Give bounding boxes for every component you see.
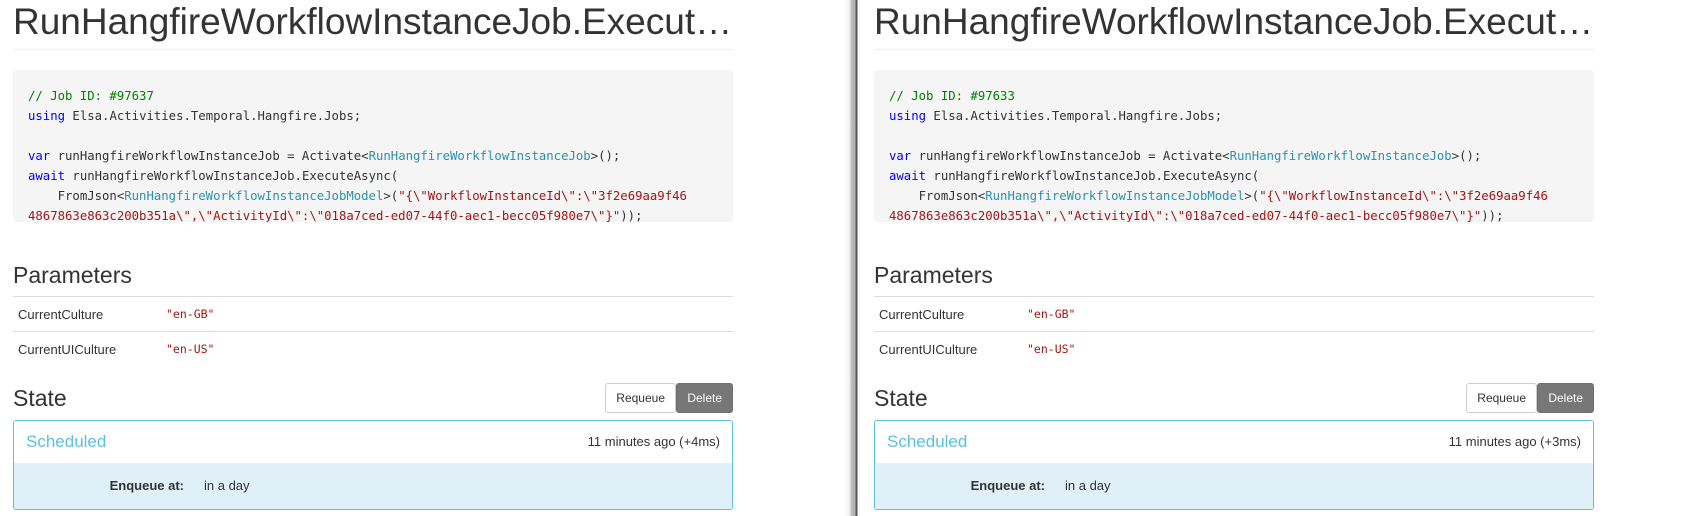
state-name: Scheduled (887, 432, 968, 451)
code-var-decl: runHangfireWorkflowInstanceJob = Activat… (50, 149, 369, 163)
delete-button[interactable]: Delete (676, 383, 733, 413)
parameter-value: "en-US" (1022, 331, 1594, 366)
state-property-value: in a day (1065, 478, 1111, 493)
state-heading: State (874, 385, 928, 411)
parameter-name: CurrentCulture (13, 296, 161, 332)
state-card-header: Scheduled 11 minutes ago (+4ms) (14, 421, 732, 463)
code-keyword-await: await (28, 169, 66, 183)
parameters-heading: Parameters (13, 262, 132, 288)
state-card-body: Enqueue at: in a day (14, 463, 732, 509)
parameter-name: CurrentUICulture (874, 331, 1022, 366)
code-namespace: Elsa.Activities.Temporal.Hangfire.Jobs; (926, 109, 1223, 123)
code-json-line1: "{\"WorkflowInstanceId\":\"3f2e69aa9f46 (398, 189, 687, 203)
code-closing: )); (620, 209, 643, 222)
job-details-pane-left: RunHangfireWorkflowInstanceJob.ExecuteAs… (0, 0, 843, 516)
code-await-call: runHangfireWorkflowInstanceJob.ExecuteAs… (926, 169, 1260, 183)
code-keyword-using: using (889, 109, 927, 123)
parameter-name: CurrentUICulture (13, 331, 161, 366)
state-property-key: Enqueue at: (109, 478, 184, 493)
code-job-type: RunHangfireWorkflowInstanceJob (368, 149, 591, 163)
code-keyword-using: using (28, 109, 66, 123)
table-row: CurrentUICulture "en-US" (874, 331, 1594, 366)
state-header: State Requeue Delete (13, 381, 733, 415)
state-property-key: Enqueue at: (970, 478, 1045, 493)
parameter-value: "en-US" (161, 331, 733, 366)
page-title: RunHangfireWorkflowInstanceJob.ExecuteAs… (13, 0, 733, 50)
code-comment: // Job ID: #97637 (28, 89, 154, 103)
state-timestamp: 11 minutes ago (+3ms) (1448, 434, 1581, 449)
code-job-type: RunHangfireWorkflowInstanceJob (1229, 149, 1452, 163)
table-row: CurrentUICulture "en-US" (13, 331, 733, 366)
code-json-line2: 4867863e863c200b351a\",\"ActivityId\":\"… (28, 209, 621, 222)
code-comment: // Job ID: #97633 (889, 89, 1015, 103)
code-keyword-var: var (28, 149, 51, 163)
job-code-block: // Job ID: #97633 using Elsa.Activities.… (874, 70, 1594, 222)
table-row: CurrentCulture "en-GB" (13, 296, 733, 332)
table-row: CurrentCulture "en-GB" (874, 296, 1594, 332)
parameter-value: "en-GB" (161, 296, 733, 332)
code-var-decl: runHangfireWorkflowInstanceJob = Activat… (911, 149, 1230, 163)
state-card: Scheduled 11 minutes ago (+3ms) Enqueue … (874, 420, 1594, 510)
parameter-name: CurrentCulture (874, 296, 1022, 332)
state-property-value: in a day (204, 478, 250, 493)
code-fromjson-lead: FromJson< (28, 189, 125, 203)
code-activate-tail: >(); (590, 149, 621, 163)
code-keyword-var: var (889, 149, 912, 163)
code-fromjson-lead: FromJson< (889, 189, 986, 203)
state-card-header: Scheduled 11 minutes ago (+3ms) (875, 421, 1593, 463)
job-details-content: RunHangfireWorkflowInstanceJob.ExecuteAs… (13, 0, 733, 510)
code-activate-tail: >(); (1451, 149, 1482, 163)
requeue-button[interactable]: Requeue (605, 383, 676, 413)
state-header: State Requeue Delete (874, 381, 1594, 415)
code-await-call: runHangfireWorkflowInstanceJob.ExecuteAs… (65, 169, 399, 183)
parameters-table: CurrentCulture "en-GB" CurrentUICulture … (13, 296, 733, 366)
state-card-body: Enqueue at: in a day (875, 463, 1593, 509)
code-fromjson-mid: >( (383, 189, 399, 203)
code-closing: )); (1481, 209, 1504, 222)
code-json-line2: 4867863e863c200b351a\",\"ActivityId\":\"… (889, 209, 1482, 222)
parameters-table: CurrentCulture "en-GB" CurrentUICulture … (874, 296, 1594, 366)
parameters-heading: Parameters (874, 262, 993, 288)
code-model-type: RunHangfireWorkflowInstanceJobModel (985, 189, 1245, 203)
requeue-button[interactable]: Requeue (1466, 383, 1537, 413)
job-details-pane-right: RunHangfireWorkflowInstanceJob.ExecuteAs… (861, 0, 1705, 516)
code-fromjson-mid: >( (1244, 189, 1260, 203)
state-heading: State (13, 385, 67, 411)
code-model-type: RunHangfireWorkflowInstanceJobModel (124, 189, 384, 203)
delete-button[interactable]: Delete (1537, 383, 1594, 413)
code-keyword-await: await (889, 169, 927, 183)
parameter-value: "en-GB" (1022, 296, 1594, 332)
page-title: RunHangfireWorkflowInstanceJob.ExecuteAs… (874, 0, 1594, 50)
code-json-line1: "{\"WorkflowInstanceId\":\"3f2e69aa9f46 (1259, 189, 1548, 203)
code-namespace: Elsa.Activities.Temporal.Hangfire.Jobs; (65, 109, 362, 123)
job-details-content: RunHangfireWorkflowInstanceJob.ExecuteAs… (874, 0, 1594, 510)
state-card: Scheduled 11 minutes ago (+4ms) Enqueue … (13, 420, 733, 510)
state-timestamp: 11 minutes ago (+4ms) (587, 434, 720, 449)
state-name: Scheduled (26, 432, 107, 451)
job-code-block: // Job ID: #97637 using Elsa.Activities.… (13, 70, 733, 222)
window-divider[interactable] (843, 0, 861, 516)
